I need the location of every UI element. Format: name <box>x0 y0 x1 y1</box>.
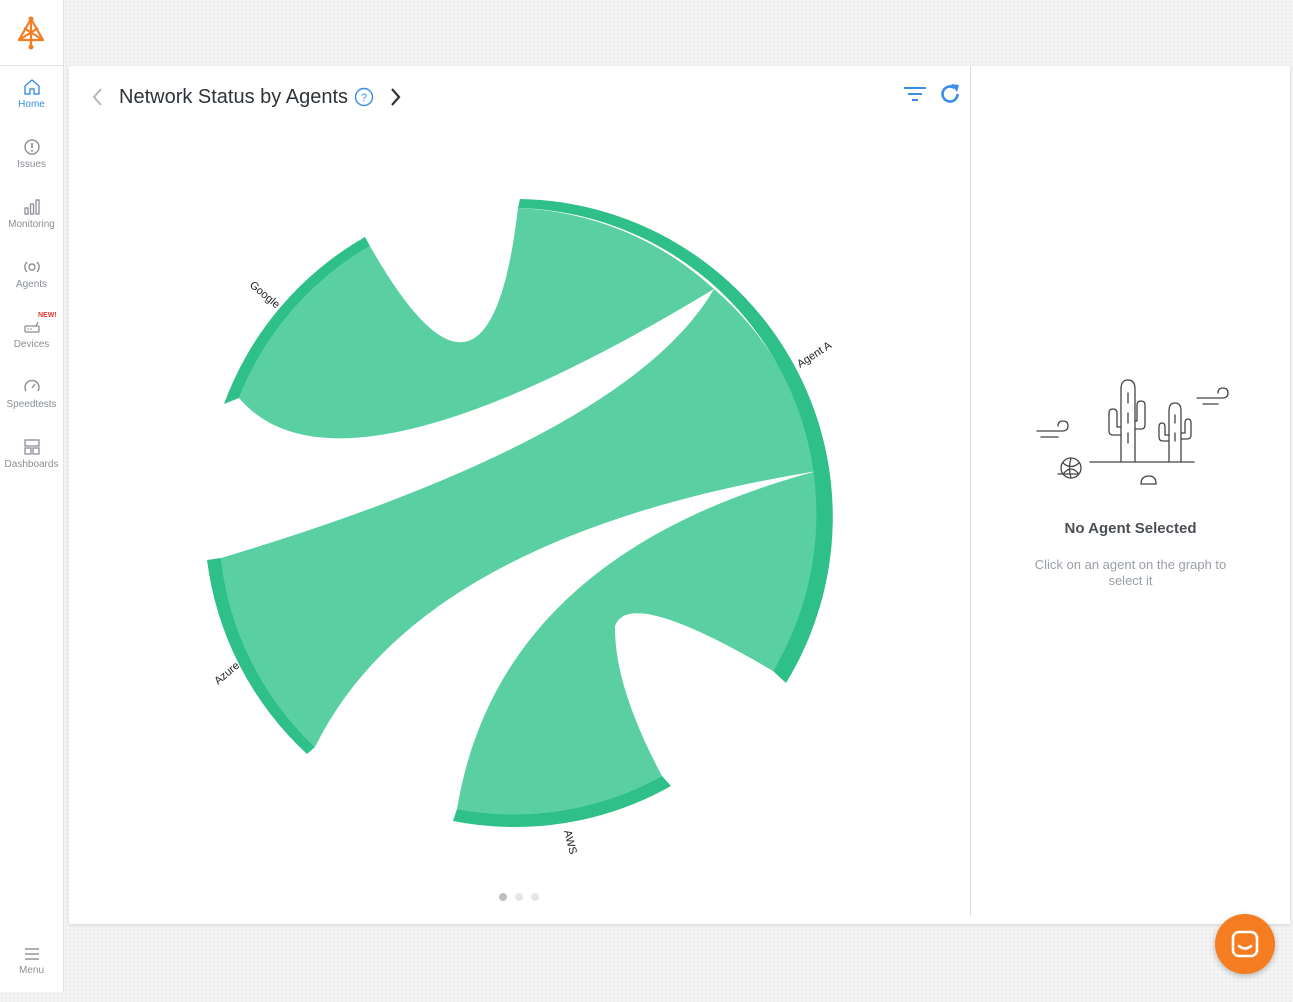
sidebar: Home Issues Monitoring Agents NEW! Devic… <box>0 0 64 992</box>
hamburger-menu-icon <box>24 948 39 960</box>
sidebar-item-label: Speedtests <box>6 399 57 410</box>
sidebar-item-dashboards[interactable]: Dashboards <box>0 438 63 494</box>
dashboard-icon <box>23 439 40 455</box>
group-label-google[interactable]: Google <box>247 279 282 311</box>
brand-logo-icon <box>17 16 45 50</box>
menu-label: Menu <box>18 965 44 976</box>
sidebar-item-home[interactable]: Home <box>0 78 63 134</box>
sidebar-item-label: Issues <box>17 159 46 170</box>
pager-dot[interactable] <box>499 893 507 901</box>
chord-chart: Agent A AWS Azure Google <box>207 199 835 856</box>
empty-state-title: No Agent Selected <box>1064 520 1197 537</box>
group-label-agent-a[interactable]: Agent A <box>795 339 834 370</box>
sidebar-item-label: Devices <box>13 339 50 350</box>
sidebar-item-agents[interactable]: Agents <box>0 258 63 314</box>
panel-divider <box>970 66 971 916</box>
agent-icon <box>23 261 40 273</box>
chat-icon <box>1231 930 1259 958</box>
pager-dot[interactable] <box>515 893 523 901</box>
speedometer-icon <box>23 379 40 392</box>
sidebar-item-devices[interactable]: NEW! Devices <box>0 312 63 374</box>
sidebar-menu-button[interactable]: Menu <box>0 946 63 1002</box>
sidebar-item-label: Monitoring <box>8 219 55 230</box>
empty-state-description: Click on an agent on the graph to select… <box>1034 557 1227 588</box>
sidebar-item-issues[interactable]: Issues <box>0 138 63 194</box>
new-badge: NEW! <box>38 312 57 319</box>
sidebar-item-monitoring[interactable]: Monitoring <box>0 198 63 254</box>
sidebar-item-label: Home <box>18 99 45 110</box>
sidebar-item-speedtests[interactable]: Speedtests <box>0 378 63 434</box>
sidebar-item-label: Dashboards <box>4 459 59 470</box>
main-card: Network Status by Agents ? Agent A AWS A… <box>69 66 1290 924</box>
logo[interactable] <box>0 0 63 66</box>
alert-circle-icon <box>23 139 40 155</box>
chat-launcher-button[interactable] <box>1215 914 1275 974</box>
group-label-aws[interactable]: AWS <box>561 829 579 856</box>
home-icon <box>23 79 40 95</box>
router-icon <box>23 321 40 333</box>
pager-dots <box>499 893 539 901</box>
cactus-illustration <box>1036 379 1229 485</box>
bar-chart-icon <box>23 199 40 215</box>
sidebar-item-label: Agents <box>15 279 48 290</box>
group-label-azure[interactable]: Azure <box>212 660 242 688</box>
pager-dot[interactable] <box>531 893 539 901</box>
